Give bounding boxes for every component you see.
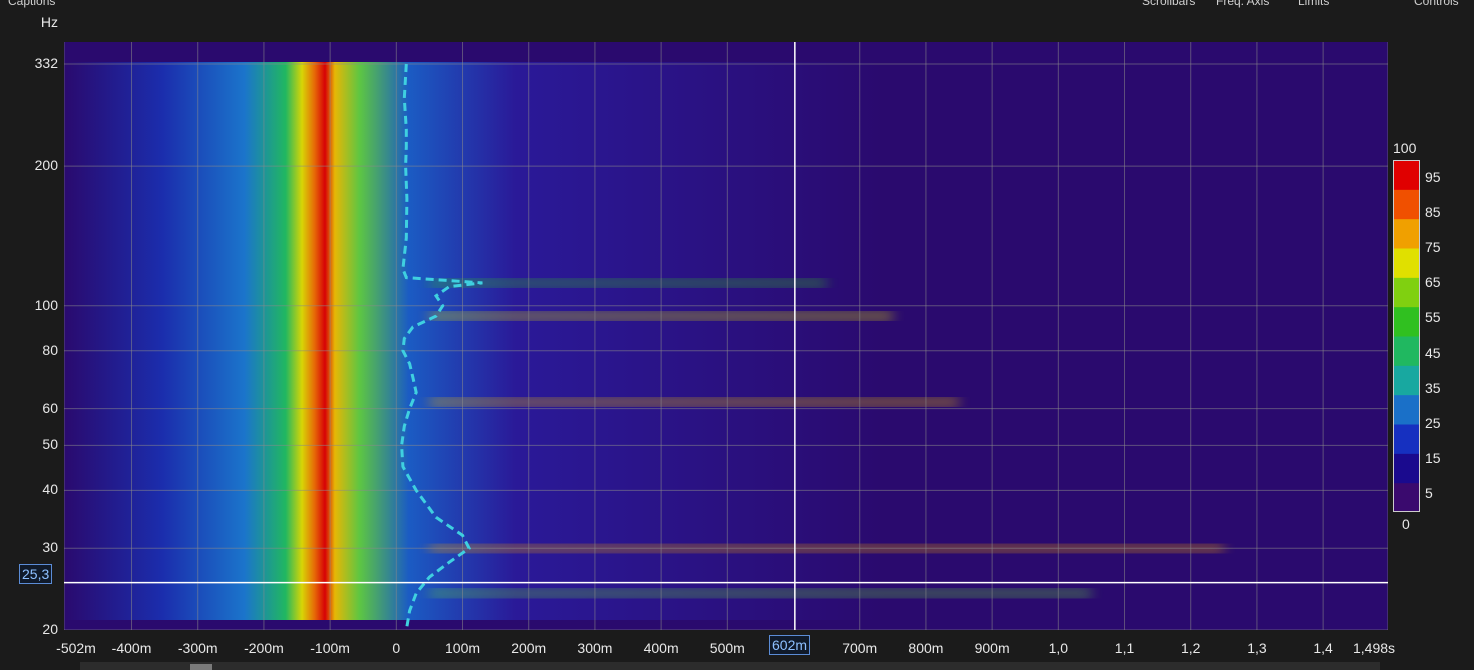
toolbar-captions-label[interactable]: Captions <box>8 0 55 8</box>
colorbar-label: 85 <box>1425 203 1441 220</box>
resonance-streak <box>429 398 960 407</box>
colorbar-label: 55 <box>1425 309 1441 326</box>
colorbar <box>1393 160 1420 512</box>
colorbar-swatch <box>1393 277 1420 308</box>
x-tick-label: 500m <box>709 640 745 656</box>
colorbar-label: 25 <box>1425 415 1441 431</box>
colorbar-label: 65 <box>1425 274 1441 291</box>
colorbar-swatch <box>1393 453 1420 484</box>
y-tick-label: 30 <box>42 539 58 556</box>
x-tick-label: -400m <box>111 640 152 656</box>
y-tick-label: 80 <box>42 341 58 358</box>
toolbar-scrollbars-label[interactable]: Scrollbars <box>1142 0 1195 8</box>
x-tick-label: 0 <box>392 640 401 656</box>
x-tick-label: 300m <box>577 640 613 656</box>
toolbar-limits-label[interactable]: Limits <box>1298 0 1329 8</box>
y-axis-unit-label: Hz <box>40 14 58 30</box>
colorbar-label: 15 <box>1425 450 1441 467</box>
toolbar-freq-axis-label[interactable]: Freq. Axis <box>1216 0 1269 8</box>
colorbar-swatch <box>1393 160 1420 190</box>
colorbar-swatch <box>1393 218 1420 249</box>
colorbar-label: 45 <box>1425 344 1441 361</box>
x-tick-label: -200m <box>244 640 284 656</box>
colorbar-label: 5 <box>1425 485 1433 502</box>
resonance-streak <box>429 278 827 287</box>
x-tick-label: 1,498s <box>1352 640 1396 656</box>
x-tick-label: 1,3 <box>1247 640 1267 656</box>
x-tick-label: -502m <box>56 640 96 656</box>
y-tick-label: 20 <box>42 621 58 637</box>
spectrogram-svg <box>64 42 1388 630</box>
x-tick-label: -100m <box>310 640 350 656</box>
x-tick-label: 1,2 <box>1180 640 1201 656</box>
x-tick-label: 1,0 <box>1048 640 1069 656</box>
y-tick-label: 50 <box>42 436 58 453</box>
colorbar-swatch <box>1393 424 1420 454</box>
y-cursor-readout[interactable]: 25,3 <box>19 564 53 584</box>
colorbar-label: 0 <box>1402 516 1410 532</box>
y-tick-label: 40 <box>42 481 58 498</box>
x-tick-label: -300m <box>177 640 218 656</box>
scrollbar-thumb[interactable] <box>190 664 212 670</box>
x-tick-label: 200m <box>511 640 547 656</box>
colorbar-swatch <box>1393 336 1420 366</box>
x-tick-label: 1,1 <box>1114 640 1135 656</box>
x-tick-label: 700m <box>842 640 878 656</box>
y-tick-label: 100 <box>34 296 58 313</box>
colorbar-label: 35 <box>1425 379 1441 396</box>
colorbar-swatch <box>1393 394 1420 425</box>
colorbar-label: 95 <box>1425 168 1441 185</box>
x-tick-label: 800m <box>908 640 944 656</box>
heatmap-energy-band <box>64 62 885 620</box>
y-tick-label: 200 <box>34 157 58 174</box>
colorbar-swatch <box>1393 482 1420 512</box>
spectrogram-plot[interactable] <box>64 42 1388 630</box>
x-cursor-readout[interactable]: 602m <box>769 635 811 655</box>
colorbar-swatch <box>1393 248 1420 278</box>
colorbar-swatch <box>1393 365 1420 396</box>
colorbar-label: 100 <box>1393 140 1417 156</box>
x-tick-label: 100m <box>445 640 481 656</box>
horizontal-scrollbar[interactable] <box>80 662 1380 670</box>
toolbar-controls-label[interactable]: Controls <box>1414 0 1459 8</box>
colorbar-label: 75 <box>1425 239 1441 255</box>
x-tick-label: 900m <box>974 640 1010 656</box>
x-tick-label: 400m <box>643 640 679 656</box>
colorbar-swatch <box>1393 189 1420 220</box>
x-tick-label: 1,4 <box>1313 640 1333 656</box>
y-tick-label: 332 <box>34 55 58 71</box>
y-tick-label: 60 <box>42 399 58 416</box>
colorbar-swatch <box>1393 306 1420 337</box>
